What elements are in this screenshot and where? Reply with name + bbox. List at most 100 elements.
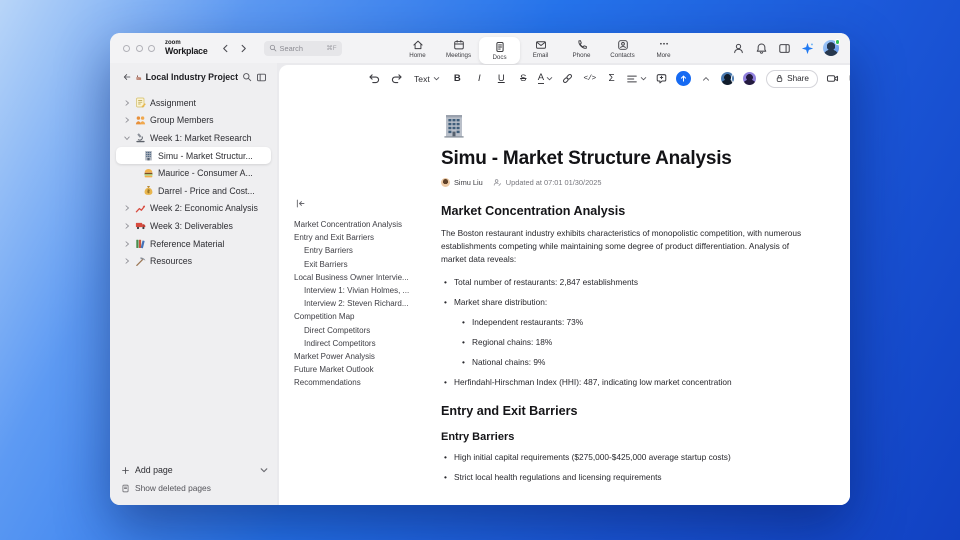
tab-docs[interactable]: Docs: [479, 36, 520, 64]
logo-workplace-text: Workplace: [165, 45, 208, 56]
alignment-dropdown[interactable]: [626, 70, 647, 87]
tab-email[interactable]: Email: [520, 33, 561, 63]
tab-home[interactable]: Home: [397, 33, 438, 63]
sidebar-item-resources[interactable]: Resources: [116, 252, 271, 270]
bullet-item[interactable]: Herfindahl-Hirschman Index (HHI): 487, i…: [441, 377, 803, 388]
sidebar-item-maurice-doc[interactable]: Maurice - Consumer A...: [116, 164, 271, 182]
chat-button[interactable]: [847, 70, 850, 87]
section-heading[interactable]: Entry and Exit Barriers: [441, 404, 803, 418]
bell-icon: [756, 42, 766, 54]
outline-item[interactable]: Interview 2: Steven Richard...: [294, 297, 432, 310]
chevron-right-icon: [123, 117, 131, 124]
outline-item[interactable]: Entry Barriers: [294, 244, 432, 257]
outline-item[interactable]: Direct Competitors: [294, 324, 432, 337]
text-style-dropdown[interactable]: Text: [411, 70, 443, 87]
lock-icon: [776, 75, 783, 82]
outline-item[interactable]: Local Business Owner Intervie...: [294, 271, 432, 284]
document-title[interactable]: Simu - Market Structure Analysis: [441, 148, 803, 170]
subsection-heading[interactable]: Entry Barriers: [441, 431, 803, 443]
equation-button[interactable]: Σ: [604, 70, 619, 87]
sidebar-search-button[interactable]: [242, 71, 252, 84]
tab-more[interactable]: More: [643, 33, 684, 63]
sidebar-item-reference-material[interactable]: Reference Material: [116, 235, 271, 253]
back-button[interactable]: [219, 41, 233, 55]
forward-button[interactable]: [237, 41, 251, 55]
tab-meetings[interactable]: Meetings: [438, 33, 479, 63]
show-deleted-pages-button[interactable]: Show deleted pages: [121, 480, 268, 496]
text-color-dropdown[interactable]: A: [537, 70, 553, 87]
add-page-button[interactable]: Add page: [121, 462, 268, 478]
sidebar-collapse-button[interactable]: [256, 71, 267, 84]
bullet-item[interactable]: Total number of restaurants: 2,847 estab…: [441, 277, 803, 288]
sidebar-footer: Add page Show deleted pages: [121, 462, 268, 496]
outline-item[interactable]: Market Power Analysis: [294, 350, 432, 363]
home-icon: [412, 40, 423, 49]
outline-item[interactable]: Market Concentration Analysis: [294, 218, 432, 231]
sidebar-item-week3[interactable]: Week 3: Deliverables: [116, 217, 271, 235]
sidebar-item-simu-doc[interactable]: Simu - Market Structur...: [116, 146, 271, 165]
outline-item[interactable]: Future Market Outlook: [294, 363, 432, 376]
outline-item[interactable]: Competition Map: [294, 310, 432, 323]
document-byline: Simu Liu Updated at 07:01 01/30/2025: [441, 178, 803, 187]
outline-item[interactable]: Indirect Competitors: [294, 337, 432, 350]
tab-phone[interactable]: Phone: [561, 33, 602, 63]
undo-button[interactable]: [367, 70, 382, 87]
align-left-icon: [627, 75, 637, 82]
pick-icon: [136, 257, 146, 266]
notifications-button[interactable]: [754, 41, 768, 55]
sidebar-item-group-members[interactable]: Group Members: [116, 112, 271, 130]
bullet-item[interactable]: Regional chains: 18%: [441, 337, 803, 348]
search-icon: [243, 73, 252, 82]
collapse-outline-button[interactable]: [295, 198, 307, 210]
bullet-item[interactable]: Independent restaurants: 73%: [441, 317, 803, 328]
ai-companion-button[interactable]: [800, 41, 814, 55]
sidebar-item-darrel-doc[interactable]: Darrel - Price and Cost...: [116, 182, 271, 200]
sidebar-item-assignment[interactable]: Assignment: [116, 94, 271, 112]
profile-status-button[interactable]: [731, 41, 745, 55]
minimize-window-button[interactable]: [135, 44, 143, 52]
strikethrough-button[interactable]: S: [516, 70, 531, 87]
sidebar-item-week2[interactable]: Week 2: Economic Analysis: [116, 200, 271, 218]
collapse-left-icon: [296, 199, 305, 208]
chevron-right-icon: [123, 258, 131, 264]
user-avatar[interactable]: [823, 39, 840, 56]
comment-icon: [656, 74, 667, 84]
chevron-right-icon: [123, 205, 131, 212]
bullet-item[interactable]: Market share distribution:: [441, 297, 803, 308]
video-camera-icon: [826, 75, 838, 82]
chat-bubble-icon: [849, 75, 850, 81]
outline-item[interactable]: Recommendations: [294, 376, 432, 389]
outline-item[interactable]: Entry and Exit Barriers: [294, 231, 432, 244]
bullet-item[interactable]: National chains: 9%: [441, 357, 803, 368]
sidebar-item-week1[interactable]: Week 1: Market Research: [116, 129, 271, 147]
code-block-button[interactable]: </>: [582, 70, 597, 87]
outline-item[interactable]: Exit Barriers: [294, 258, 432, 271]
redo-button[interactable]: [389, 70, 404, 87]
zoom-workplace-logo: zoom Workplace: [165, 40, 208, 56]
start-video-button[interactable]: [825, 70, 840, 87]
global-search-input[interactable]: Search ⌘F: [263, 40, 342, 56]
bullet-item[interactable]: High initial capital requirements ($275,…: [441, 452, 803, 463]
sidebar-back-button[interactable]: [122, 71, 132, 84]
tab-contacts[interactable]: Contacts: [602, 33, 643, 63]
outline-item[interactable]: Interview 1: Vivian Holmes, ...: [294, 284, 432, 297]
add-page-options-button[interactable]: [260, 466, 268, 474]
comment-button[interactable]: [654, 70, 669, 87]
insert-link-button[interactable]: [560, 70, 575, 87]
side-panel-button[interactable]: [777, 41, 791, 55]
bullet-item[interactable]: Strict local health regulations and lice…: [441, 472, 803, 483]
underline-button[interactable]: U: [494, 70, 509, 87]
sidebar-item-label: Maurice - Consumer A...: [158, 168, 253, 179]
sidebar-header: Local Industry Project: [110, 67, 277, 87]
chevron-down-icon: [546, 77, 553, 81]
zoom-window-button[interactable]: [148, 44, 155, 52]
share-button[interactable]: Share: [766, 69, 818, 88]
section-paragraph[interactable]: The Boston restaurant industry exhibits …: [441, 227, 803, 266]
italic-button[interactable]: I: [472, 70, 487, 87]
section-heading[interactable]: Market Concentration Analysis: [441, 204, 803, 218]
close-window-button[interactable]: [123, 44, 130, 52]
collaborator-avatar[interactable]: [742, 71, 758, 86]
bold-button[interactable]: B: [450, 70, 465, 87]
collapse-toolbar-button[interactable]: [698, 70, 713, 87]
ai-assistant-button[interactable]: [676, 71, 692, 86]
